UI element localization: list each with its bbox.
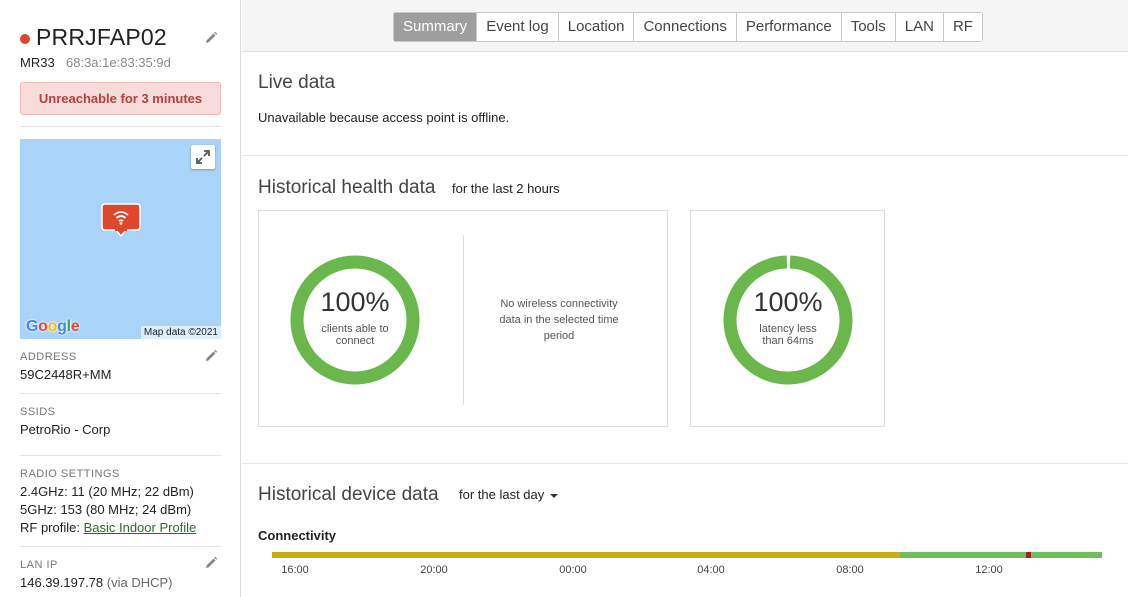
device-range-dropdown[interactable]: for the last day: [459, 487, 559, 502]
google-logo: Google: [26, 318, 80, 335]
latency-caption: latency less than 64ms: [759, 323, 817, 347]
clients-health-card: 100% clients able to connect No wireless…: [258, 210, 668, 427]
connectivity-label: Connectivity: [258, 528, 337, 543]
time-tick: 12:00: [975, 564, 1003, 576]
latency-donut-ring: [723, 255, 853, 385]
divider: [20, 393, 221, 394]
rf-profile-link[interactable]: Basic Indoor Profile: [84, 520, 197, 535]
latency-donut: [723, 255, 853, 385]
section-divider: [242, 155, 1128, 156]
tab-summary[interactable]: Summary: [394, 13, 478, 41]
device-name: PRRJFAP02: [36, 24, 167, 50]
radio-settings-label: RADIO SETTINGS: [20, 468, 120, 480]
time-tick: 16:00: [281, 564, 309, 576]
tab-performance[interactable]: Performance: [736, 13, 842, 41]
time-tick: 04:00: [697, 564, 725, 576]
map[interactable]: Google Map data ©2021: [20, 139, 221, 339]
connectivity-segment-online[interactable]: [900, 552, 1027, 558]
live-data-message: Unavailable because access point is offl…: [258, 110, 510, 125]
lan-ip-label: LAN IP: [20, 559, 58, 571]
time-tick: 08:00: [836, 564, 864, 576]
card-divider: [463, 235, 464, 405]
tab-rf[interactable]: RF: [943, 13, 982, 41]
connectivity-bar[interactable]: [272, 552, 1102, 558]
health-range: for the last 2 hours: [452, 181, 560, 196]
edit-address-pencil-icon[interactable]: [204, 349, 218, 363]
device-model: MR33: [20, 55, 55, 70]
map-copyright[interactable]: Map data ©2021: [140, 326, 221, 339]
clients-donut-ring: [290, 255, 420, 385]
tabs: Summary Event log Location Connections P…: [393, 12, 983, 42]
tab-event-log[interactable]: Event log: [477, 13, 559, 41]
tab-bar: Summary Event log Location Connections P…: [242, 0, 1128, 52]
device-range-value: for the last day: [459, 487, 545, 502]
connectivity-segment-online[interactable]: [1030, 552, 1102, 558]
latency-health-card: 100% latency less than 64ms: [690, 210, 885, 427]
divider: [20, 126, 221, 127]
tab-location[interactable]: Location: [558, 13, 635, 41]
section-divider: [242, 463, 1128, 464]
lan-ip-value: 146.39.197.78 (via DHCP): [20, 575, 173, 590]
clients-percent: 100%: [320, 287, 390, 317]
clients-donut: [290, 255, 420, 385]
offline-status-dot: [20, 34, 30, 44]
live-data-title: Live data: [258, 72, 336, 93]
edit-lan-ip-pencil-icon[interactable]: [204, 556, 218, 570]
expand-icon[interactable]: [191, 145, 215, 169]
divider: [20, 546, 221, 547]
clients-caption: clients able to connect: [321, 323, 389, 347]
no-connectivity-data: No wireless connectivity data in the sel…: [499, 298, 619, 342]
chevron-down-icon: [550, 493, 559, 498]
ap-map-marker[interactable]: [101, 203, 141, 239]
tab-tools[interactable]: Tools: [841, 13, 896, 41]
health-title: Historical health data: [258, 177, 436, 198]
main-content: Summary Event log Location Connections P…: [242, 0, 1128, 597]
connectivity-segment-partial[interactable]: [272, 552, 901, 558]
lan-ip-address: 146.39.197.78: [20, 575, 104, 590]
address-label: ADDRESS: [20, 351, 77, 363]
divider: [20, 455, 221, 456]
tab-connections[interactable]: Connections: [634, 13, 737, 41]
edit-name-pencil-icon[interactable]: [204, 31, 218, 45]
rf-profile-label: RF profile:: [20, 520, 84, 535]
latency-percent: 100%: [753, 287, 823, 317]
device-mac: 68:3a:1e:83:35:9d: [66, 55, 171, 70]
radio-24ghz: 2.4GHz: 11 (20 MHz; 22 dBm): [20, 484, 194, 499]
time-tick: 00:00: [559, 564, 587, 576]
device-data-title: Historical device data: [258, 484, 439, 505]
lan-ip-via: (via DHCP): [106, 575, 173, 590]
radio-5ghz: 5GHz: 153 (80 MHz; 24 dBm): [20, 502, 192, 517]
rf-profile: RF profile: Basic Indoor Profile: [20, 520, 196, 535]
ssids-label: SSIDS: [20, 406, 56, 418]
time-tick: 20:00: [420, 564, 448, 576]
address-value: 59C2448R+MM: [20, 367, 112, 382]
unreachable-alert: Unreachable for 3 minutes: [20, 82, 221, 115]
sidebar: PRRJFAP02 MR33 68:3a:1e:83:35:9d Unreach…: [0, 0, 241, 597]
tab-lan[interactable]: LAN: [895, 13, 944, 41]
ssids-value: PetroRio - Corp: [20, 422, 111, 437]
